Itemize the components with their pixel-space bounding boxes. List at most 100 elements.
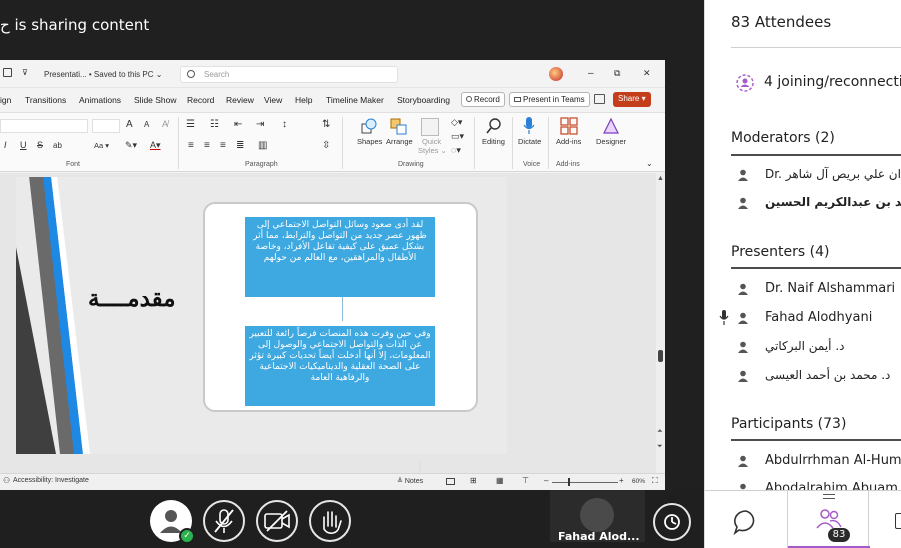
search-box[interactable]: Search	[180, 66, 398, 83]
tab-slide-show[interactable]: Slide Show	[134, 95, 177, 105]
slide-sorter-icon[interactable]: ⊞	[470, 476, 477, 485]
tab-record[interactable]: Record	[187, 95, 214, 105]
close-button[interactable]: ✕	[643, 68, 651, 79]
line-spacing-icon[interactable]: ↕	[282, 119, 287, 130]
slide-content-card[interactable]: لقد أدى صعود وسائل التواصل الاجتماعي إلى…	[203, 202, 478, 412]
participant-video-tile[interactable]: Fahad Alod...	[550, 490, 645, 543]
shape-effects-icon[interactable]: ◌▾	[451, 145, 461, 156]
grow-font-button[interactable]: A	[126, 119, 133, 130]
quick-styles-label[interactable]: Quick	[422, 137, 441, 146]
align-right-icon[interactable]: ≡	[220, 140, 226, 151]
slide[interactable]: مقدمــــة لقد أدى صعود وسائل التواصل الا…	[16, 177, 507, 454]
numbering-icon[interactable]: ☷	[210, 119, 219, 130]
participants-header[interactable]: Participants (73)	[731, 416, 846, 432]
change-case-button[interactable]: Aa ▾	[94, 141, 109, 150]
slide-canvas[interactable]: مقدمــــة لقد أدى صعود وسائل التواصل الا…	[0, 173, 656, 473]
arrange-icon[interactable]	[390, 118, 408, 136]
presenters-header[interactable]: Presenters (4)	[731, 244, 829, 260]
shrink-font-button[interactable]: A	[144, 120, 149, 129]
italic-button[interactable]: I	[4, 140, 7, 150]
scroll-up-icon[interactable]: ▲	[657, 175, 664, 182]
tab-design[interactable]: ign	[0, 95, 11, 105]
restore-button[interactable]: ⧉	[614, 68, 620, 79]
save-icon[interactable]	[3, 68, 12, 77]
increase-indent-icon[interactable]: ⇥	[256, 119, 264, 130]
notes-button[interactable]: ≜ Notes	[397, 477, 423, 485]
tab-review[interactable]: Review	[226, 95, 254, 105]
zoom-slider[interactable]	[552, 482, 618, 483]
reading-view-icon[interactable]: ▦	[496, 476, 504, 485]
decrease-indent-icon[interactable]: ⇤	[234, 119, 242, 130]
slide-title[interactable]: مقدمــــة	[88, 285, 176, 312]
align-left-icon[interactable]: ≡	[188, 140, 194, 151]
tab-more[interactable]	[869, 491, 901, 548]
dictate-label[interactable]: Dictate	[518, 137, 541, 146]
tab-timeline-maker[interactable]: Timeline Maker	[326, 95, 384, 105]
bullets-icon[interactable]: ☰	[186, 119, 195, 130]
zoom-in-button[interactable]: +	[619, 476, 624, 485]
tab-chat[interactable]	[705, 491, 787, 548]
addins-icon[interactable]	[560, 117, 578, 135]
my-status-button[interactable]: ✓	[150, 500, 195, 544]
zoom-slider-thumb[interactable]	[568, 478, 570, 486]
justify-icon[interactable]: ≣	[236, 140, 244, 151]
slide-text-box-2[interactable]: وفي حين وفرت هذه المنصات فرصاً رائعة للت…	[245, 326, 435, 406]
zoom-out-button[interactable]: –	[544, 476, 548, 485]
document-title[interactable]: Presentati... • Saved to this PC ⌄	[44, 70, 162, 79]
dictate-icon[interactable]	[523, 117, 535, 135]
tab-transitions[interactable]: Transitions	[25, 95, 66, 105]
quick-styles-icon[interactable]	[421, 118, 439, 136]
prev-slide-icon[interactable]: ⏶	[657, 428, 663, 436]
video-button[interactable]	[256, 500, 298, 542]
arrange-label[interactable]: Arrange	[386, 137, 413, 146]
fit-to-window-icon[interactable]: ⛶	[652, 476, 658, 486]
align-center-icon[interactable]: ≡	[204, 140, 210, 151]
addins-label[interactable]: Add-ins	[556, 137, 581, 146]
raise-hand-button[interactable]	[309, 500, 351, 542]
highlight-icon[interactable]: ✎▾	[125, 140, 137, 151]
tab-storyboarding[interactable]: Storyboarding	[397, 95, 450, 105]
mute-button[interactable]	[203, 500, 245, 542]
share-button[interactable]: Share ▾	[613, 92, 651, 107]
align-text-icon[interactable]: ⇳	[322, 140, 330, 151]
shapes-icon[interactable]	[361, 118, 377, 134]
minimize-button[interactable]: –	[588, 68, 594, 79]
underline-button[interactable]: U	[20, 140, 27, 150]
tab-view[interactable]: View	[264, 95, 282, 105]
text-direction-icon[interactable]: ⇅	[322, 119, 330, 130]
shape-fill-icon[interactable]: ◇▾	[451, 117, 462, 128]
joining-row[interactable]: 4 joining/reconnecting	[735, 73, 901, 95]
font-name-box[interactable]	[0, 119, 88, 133]
columns-icon[interactable]: ▥	[258, 140, 267, 151]
user-avatar[interactable]	[549, 67, 563, 81]
tab-animations[interactable]: Animations	[79, 95, 121, 105]
slideshow-icon[interactable]: ⊤	[522, 476, 529, 485]
char-spacing-button[interactable]: ab	[53, 141, 62, 150]
tab-help[interactable]: Help	[295, 95, 312, 105]
accessibility-status[interactable]: Accessibility: Investigate	[13, 477, 89, 484]
shapes-label[interactable]: Shapes	[357, 137, 382, 146]
leave-options-button[interactable]	[653, 503, 691, 541]
designer-icon[interactable]	[602, 117, 620, 135]
font-color-icon[interactable]: A▾	[150, 140, 161, 151]
zoom-level[interactable]: 60%	[632, 478, 645, 485]
normal-view-icon[interactable]	[446, 478, 455, 485]
clear-format-icon[interactable]: A̸	[162, 119, 168, 129]
quick-styles-label-2[interactable]: Styles ⌄	[418, 146, 447, 155]
font-size-box[interactable]	[92, 119, 120, 133]
collapse-ribbon-icon[interactable]: ⌄	[646, 159, 653, 168]
comments-icon[interactable]	[594, 94, 605, 104]
customize-quick-access-icon[interactable]: ⊽	[22, 68, 28, 77]
present-in-teams-button[interactable]: Present in Teams	[509, 92, 590, 107]
moderators-header[interactable]: Moderators (2)	[731, 130, 835, 146]
shape-outline-icon[interactable]: ▭▾	[451, 131, 464, 142]
slide-text-box-1[interactable]: لقد أدى صعود وسائل التواصل الاجتماعي إلى…	[245, 217, 435, 297]
tab-attendees[interactable]: 83	[787, 491, 870, 548]
record-button[interactable]: Record	[461, 92, 505, 107]
next-slide-icon[interactable]: ⏷	[657, 443, 663, 451]
editing-icon[interactable]	[486, 117, 502, 135]
vertical-scrollbar[interactable]: ▲ ⏶ ⏷	[656, 173, 665, 473]
designer-label[interactable]: Designer	[596, 137, 626, 146]
scroll-thumb[interactable]	[658, 350, 663, 362]
strikethrough-button[interactable]: S	[37, 140, 43, 150]
